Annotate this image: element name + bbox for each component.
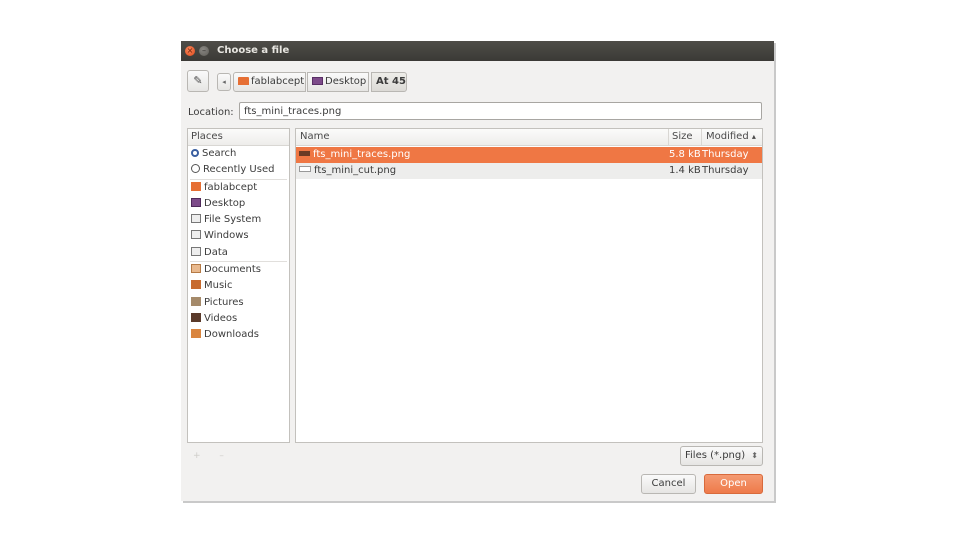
- sidebar-item-label: Search: [202, 148, 237, 159]
- path-back-button[interactable]: ◂: [217, 73, 231, 91]
- open-button[interactable]: Open: [704, 474, 763, 494]
- file-name-cell: fts_mini_traces.png: [299, 147, 410, 163]
- drive-icon: [191, 230, 201, 240]
- path-button-label: fablabcept: [251, 76, 305, 87]
- sidebar-item-pictures[interactable]: Pictures: [188, 295, 289, 311]
- sidebar-item-label: Pictures: [204, 296, 244, 308]
- file-size: 5.8 kB: [669, 149, 701, 160]
- sidebar-item-label: Videos: [204, 312, 238, 324]
- sidebar-item-videos[interactable]: Videos: [188, 311, 289, 327]
- file-name-cell: fts_mini_cut.png: [299, 163, 396, 179]
- file-type-filter-value: Files (*.png): [685, 450, 746, 461]
- pictures-folder-icon: [191, 296, 201, 306]
- sidebar-item-label: Downloads: [204, 329, 259, 341]
- file-list: Name Size Modified ▴ fts_mini_traces.png…: [295, 128, 763, 443]
- sidebar-item-label: Music: [204, 280, 233, 292]
- path-button-at-45[interactable]: At 45: [371, 72, 407, 92]
- image-file-icon: [299, 166, 311, 172]
- column-header-label: Modified: [706, 131, 749, 142]
- file-type-filter[interactable]: Files (*.png) ⬍: [680, 446, 763, 466]
- search-icon: [191, 149, 199, 157]
- table-row[interactable]: fts_mini_cut.png 1.4 kB Thursday: [296, 163, 762, 179]
- sidebar-item-label: Recently Used: [203, 164, 275, 176]
- pencil-icon: ✎: [193, 74, 203, 87]
- downloads-folder-icon: [191, 329, 201, 339]
- location-label: Location:: [188, 107, 234, 118]
- sidebar-item-recently-used[interactable]: Recently Used: [188, 162, 289, 178]
- path-button-label: At 45: [376, 76, 406, 87]
- image-file-icon: [299, 151, 310, 156]
- chevron-updown-icon: ⬍: [751, 451, 758, 460]
- file-chooser-dialog: × – Choose a file ✎ ◂ fablabcept Desktop…: [181, 41, 774, 501]
- sidebar-item-label: Documents: [204, 264, 262, 276]
- sidebar-item-fablabcept[interactable]: fablabcept: [188, 180, 289, 196]
- home-folder-icon: [238, 77, 249, 85]
- table-row[interactable]: fts_mini_traces.png 5.8 kB Thursday: [296, 147, 762, 163]
- sidebar-item-music[interactable]: Music: [188, 278, 289, 294]
- type-location-button[interactable]: ✎: [187, 70, 209, 92]
- path-button-fablabcept[interactable]: fablabcept: [233, 72, 306, 92]
- sort-ascending-icon: ▴: [751, 132, 756, 141]
- file-size: 1.4 kB: [669, 165, 701, 176]
- documents-folder-icon: [191, 264, 201, 274]
- title-bar: × – Choose a file: [181, 41, 774, 61]
- sidebar-item-label: Windows: [204, 230, 249, 242]
- sidebar-item-data[interactable]: Data: [188, 245, 289, 261]
- add-remove-bookmark-buttons[interactable]: + –: [193, 451, 232, 461]
- drive-icon: [191, 214, 201, 224]
- file-list-header: Name Size Modified ▴: [296, 129, 762, 146]
- file-modified: Thursday: [702, 165, 749, 176]
- location-input[interactable]: [239, 102, 762, 120]
- sidebar-item-label: Data: [204, 246, 228, 258]
- drive-icon: [191, 246, 201, 256]
- sidebar-item-desktop[interactable]: Desktop: [188, 196, 289, 212]
- places-sidebar: Places Search Recently Used fablabcept D…: [187, 128, 290, 443]
- home-folder-icon: [191, 181, 201, 191]
- file-modified: Thursday: [702, 149, 749, 160]
- path-button-label: Desktop: [325, 76, 367, 87]
- music-folder-icon: [191, 280, 201, 290]
- path-button-desktop[interactable]: Desktop: [307, 72, 369, 92]
- close-window-button[interactable]: ×: [185, 46, 195, 56]
- desktop-folder-icon: [312, 77, 323, 85]
- clock-icon: [191, 164, 200, 174]
- desktop-icon: [191, 197, 201, 207]
- sidebar-item-search[interactable]: Search: [188, 146, 289, 162]
- file-name: fts_mini_traces.png: [313, 149, 411, 160]
- column-header-name[interactable]: Name: [300, 129, 330, 145]
- sidebar-item-file-system[interactable]: File System: [188, 212, 289, 228]
- minimize-window-button[interactable]: –: [199, 46, 209, 56]
- window-title: Choose a file: [217, 45, 290, 56]
- cancel-button[interactable]: Cancel: [641, 474, 696, 494]
- column-header-size[interactable]: Size: [668, 129, 693, 145]
- sidebar-item-label: Desktop: [204, 197, 246, 209]
- sidebar-item-label: File System: [204, 214, 262, 226]
- videos-folder-icon: [191, 312, 201, 322]
- column-header-modified[interactable]: Modified ▴: [701, 129, 762, 145]
- sidebar-item-documents[interactable]: Documents: [188, 262, 289, 278]
- sidebar-item-label: fablabcept: [204, 181, 258, 193]
- file-name: fts_mini_cut.png: [314, 165, 397, 176]
- sidebar-item-windows[interactable]: Windows: [188, 228, 289, 244]
- places-header: Places: [188, 129, 289, 146]
- sidebar-item-downloads[interactable]: Downloads: [188, 327, 289, 343]
